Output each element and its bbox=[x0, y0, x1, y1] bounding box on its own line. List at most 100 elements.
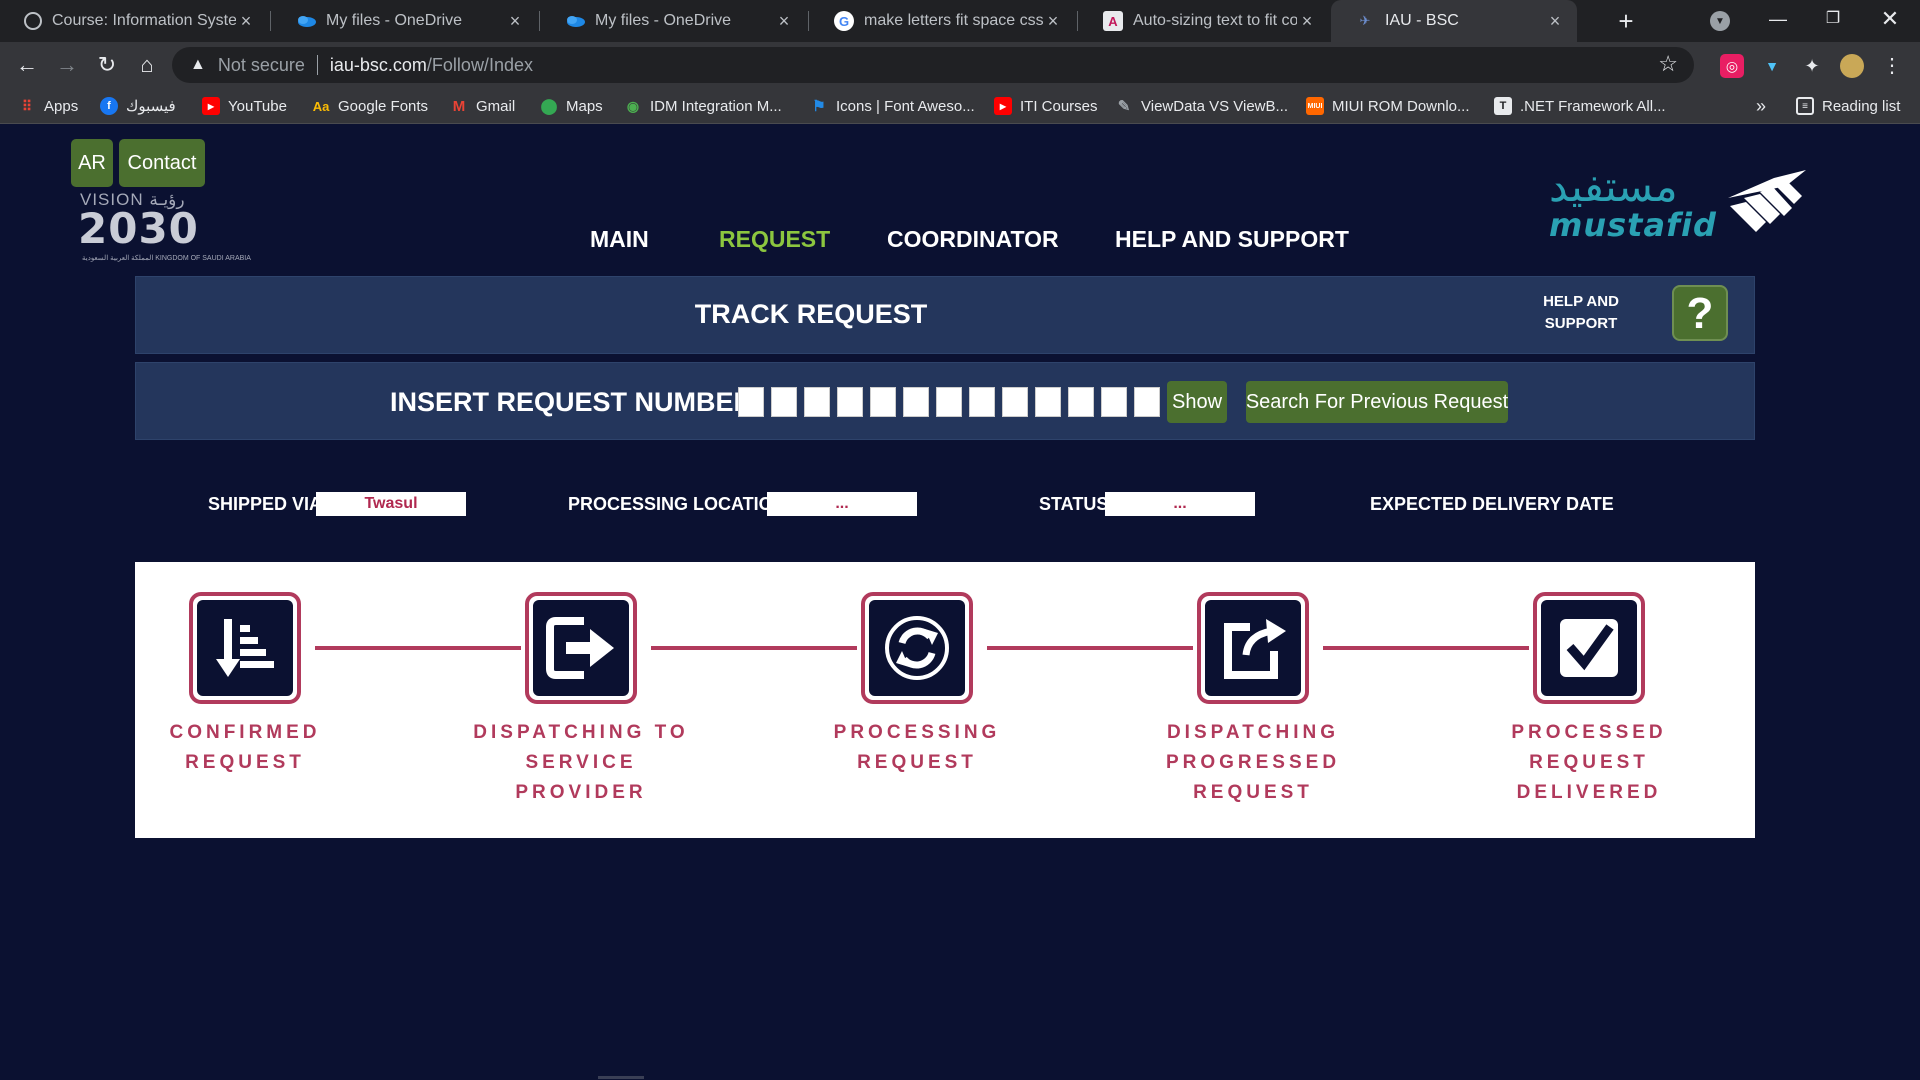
profile-avatar[interactable] bbox=[1840, 54, 1864, 78]
home-icon[interactable]: ⌂ bbox=[132, 50, 162, 80]
close-icon[interactable]: × bbox=[1545, 11, 1565, 32]
nav-help-and-support[interactable]: HELP AND SUPPORT bbox=[1115, 226, 1349, 253]
extension-camera-icon[interactable]: ◎ bbox=[1720, 54, 1744, 78]
bookmark-label: ITI Courses bbox=[1020, 97, 1098, 115]
university-emblem-icon bbox=[1728, 170, 1806, 232]
expected-delivery-date-label: EXPECTED DELIVERY DATE bbox=[1370, 494, 1614, 514]
processing-location-value: ... bbox=[767, 492, 917, 516]
close-icon[interactable]: × bbox=[236, 11, 256, 32]
restore-icon[interactable]: ❐ bbox=[1813, 4, 1853, 34]
bookmark-viewdata[interactable]: ✎ ViewData VS ViewB... bbox=[1115, 88, 1288, 124]
request-digit-input[interactable] bbox=[837, 387, 863, 417]
request-digit-input[interactable] bbox=[1002, 387, 1028, 417]
bookmark-maps[interactable]: ⬤ Maps bbox=[540, 88, 603, 124]
help-question-icon[interactable]: ? bbox=[1672, 285, 1728, 341]
browser-tab[interactable]: Course: Information System × bbox=[0, 0, 268, 42]
browser-tab[interactable]: My files - OneDrive × bbox=[272, 0, 537, 42]
step-label-processing: PROCESSING REQUEST bbox=[833, 722, 1001, 773]
bookmark-dotnet[interactable]: T .NET Framework All... bbox=[1494, 88, 1666, 124]
browser-menu-icon[interactable]: ⋮ bbox=[1880, 54, 1904, 78]
bookmark-star-icon[interactable]: ☆ bbox=[1658, 51, 1678, 77]
step-dispatching-to-provider bbox=[525, 592, 637, 704]
request-digit-input[interactable] bbox=[1068, 387, 1094, 417]
browser-tab[interactable]: My files - OneDrive × bbox=[541, 0, 806, 42]
request-digit-input[interactable] bbox=[903, 387, 929, 417]
processing-location-label: PROCESSING LOCATION bbox=[568, 494, 786, 514]
mustafid-logo-arabic: مستفيد bbox=[1549, 162, 1678, 211]
reading-list-icon: ≡ bbox=[1796, 97, 1814, 115]
close-icon[interactable]: × bbox=[1297, 11, 1317, 32]
tab-separator bbox=[1077, 11, 1078, 31]
new-tab-button[interactable]: + bbox=[1610, 5, 1642, 37]
language-ar-button[interactable]: AR bbox=[71, 139, 113, 187]
bookmark-google-fonts[interactable]: Aa Google Fonts bbox=[312, 88, 428, 124]
window-close-icon[interactable]: ✕ bbox=[1870, 4, 1910, 34]
nav-coordinator[interactable]: COORDINATOR bbox=[887, 226, 1059, 253]
mustafid-logo-latin: mustafid bbox=[1549, 206, 1717, 244]
request-digit-input[interactable] bbox=[1035, 387, 1061, 417]
tab-title: Course: Information System bbox=[52, 12, 236, 29]
close-icon[interactable]: × bbox=[774, 11, 794, 32]
moodle-icon bbox=[24, 12, 42, 30]
request-digit-input[interactable] bbox=[804, 387, 830, 417]
bookmark-gmail[interactable]: M Gmail bbox=[450, 88, 515, 124]
bookmark-idm[interactable]: ◉ IDM Integration M... bbox=[624, 88, 782, 124]
minimize-icon[interactable]: — bbox=[1758, 4, 1798, 34]
refresh-icon bbox=[869, 600, 965, 696]
request-digit-input[interactable] bbox=[738, 387, 764, 417]
facebook-icon: f bbox=[100, 97, 118, 115]
back-icon[interactable]: ← bbox=[12, 50, 42, 80]
help-and-support-label[interactable]: HELP AND SUPPORT bbox=[1531, 291, 1631, 335]
bookmark-apps[interactable]: ⠿ Apps bbox=[18, 88, 78, 124]
browser-tab[interactable]: G make letters fit space css - G × bbox=[810, 0, 1075, 42]
show-button[interactable]: Show bbox=[1167, 381, 1227, 423]
request-digit-input[interactable] bbox=[771, 387, 797, 417]
mustafid-logo: مستفيد mustafid bbox=[1545, 162, 1716, 244]
site-icon: ✈ bbox=[1359, 13, 1371, 28]
tab-title: IAU - BSC bbox=[1385, 12, 1459, 29]
request-digit-input[interactable] bbox=[936, 387, 962, 417]
address-bar[interactable]: ▲ Not secure iau-bsc.com /Follow/Index ☆ bbox=[172, 47, 1694, 83]
step-processing bbox=[861, 592, 973, 704]
tab-separator bbox=[539, 11, 540, 31]
insert-request-label: INSERT REQUEST NUMBER bbox=[390, 387, 754, 417]
bookmark-miui[interactable]: MIUI MIUI ROM Downlo... bbox=[1306, 88, 1470, 124]
bookmark-label: Apps bbox=[44, 97, 79, 115]
vision-2030-logo: VISION رؤيـة 2030 المملكة العربية السعود… bbox=[78, 190, 251, 266]
request-digit-input[interactable] bbox=[870, 387, 896, 417]
tab-separator bbox=[270, 11, 271, 31]
scroll-indicator bbox=[598, 1076, 644, 1079]
step-label-confirmed: CONFIRMED REQUEST bbox=[169, 722, 321, 773]
forward-icon[interactable]: → bbox=[52, 50, 82, 80]
bookmarks-overflow[interactable]: » bbox=[1756, 88, 1766, 124]
reload-icon[interactable]: ↻ bbox=[92, 50, 122, 80]
reading-list-button[interactable]: ≡ Reading list bbox=[1796, 88, 1900, 124]
bookmark-iti-courses[interactable]: ▶ ITI Courses bbox=[994, 88, 1098, 124]
search-previous-request-button[interactable]: Search For Previous Request bbox=[1246, 381, 1508, 423]
bookmark-font-awesome[interactable]: ⚑ Icons | Font Aweso... bbox=[810, 88, 974, 124]
bookmark-youtube[interactable]: ▶ YouTube bbox=[202, 88, 287, 124]
browser-tab[interactable]: A Auto-sizing text to fit conta × bbox=[1079, 0, 1329, 42]
request-digit-input[interactable] bbox=[1134, 387, 1160, 417]
tab-search-icon[interactable]: ▼ bbox=[1710, 11, 1730, 31]
browser-tab-active[interactable]: ✈ IAU - BSC × bbox=[1331, 0, 1577, 42]
bookmark-label: .NET Framework All... bbox=[1520, 97, 1666, 115]
bookmark-label: IDM Integration M... bbox=[650, 97, 782, 115]
shipped-via-label: SHIPPED VIA bbox=[208, 494, 323, 514]
bookmark-label: Google Fonts bbox=[338, 97, 429, 115]
bookmark-label: ViewData VS ViewB... bbox=[1141, 97, 1289, 115]
step-delivered bbox=[1533, 592, 1645, 704]
close-icon[interactable]: × bbox=[1043, 11, 1063, 32]
nav-main[interactable]: MAIN bbox=[590, 226, 649, 253]
request-digit-input[interactable] bbox=[1101, 387, 1127, 417]
font-awesome-icon: ⚑ bbox=[812, 98, 826, 115]
close-icon[interactable]: × bbox=[505, 11, 525, 32]
extensions-puzzle-icon[interactable]: ✦ bbox=[1800, 54, 1824, 78]
nav-request[interactable]: REQUEST bbox=[719, 226, 830, 253]
bookmark-facebook[interactable]: f فيسبوك bbox=[100, 88, 176, 124]
tab-title: Auto-sizing text to fit conta bbox=[1133, 12, 1297, 29]
extension-shield-icon[interactable]: ▼ bbox=[1760, 54, 1784, 78]
request-digit-input[interactable] bbox=[969, 387, 995, 417]
vision-year: 2030 bbox=[78, 204, 199, 253]
contact-button[interactable]: Contact bbox=[119, 139, 205, 187]
